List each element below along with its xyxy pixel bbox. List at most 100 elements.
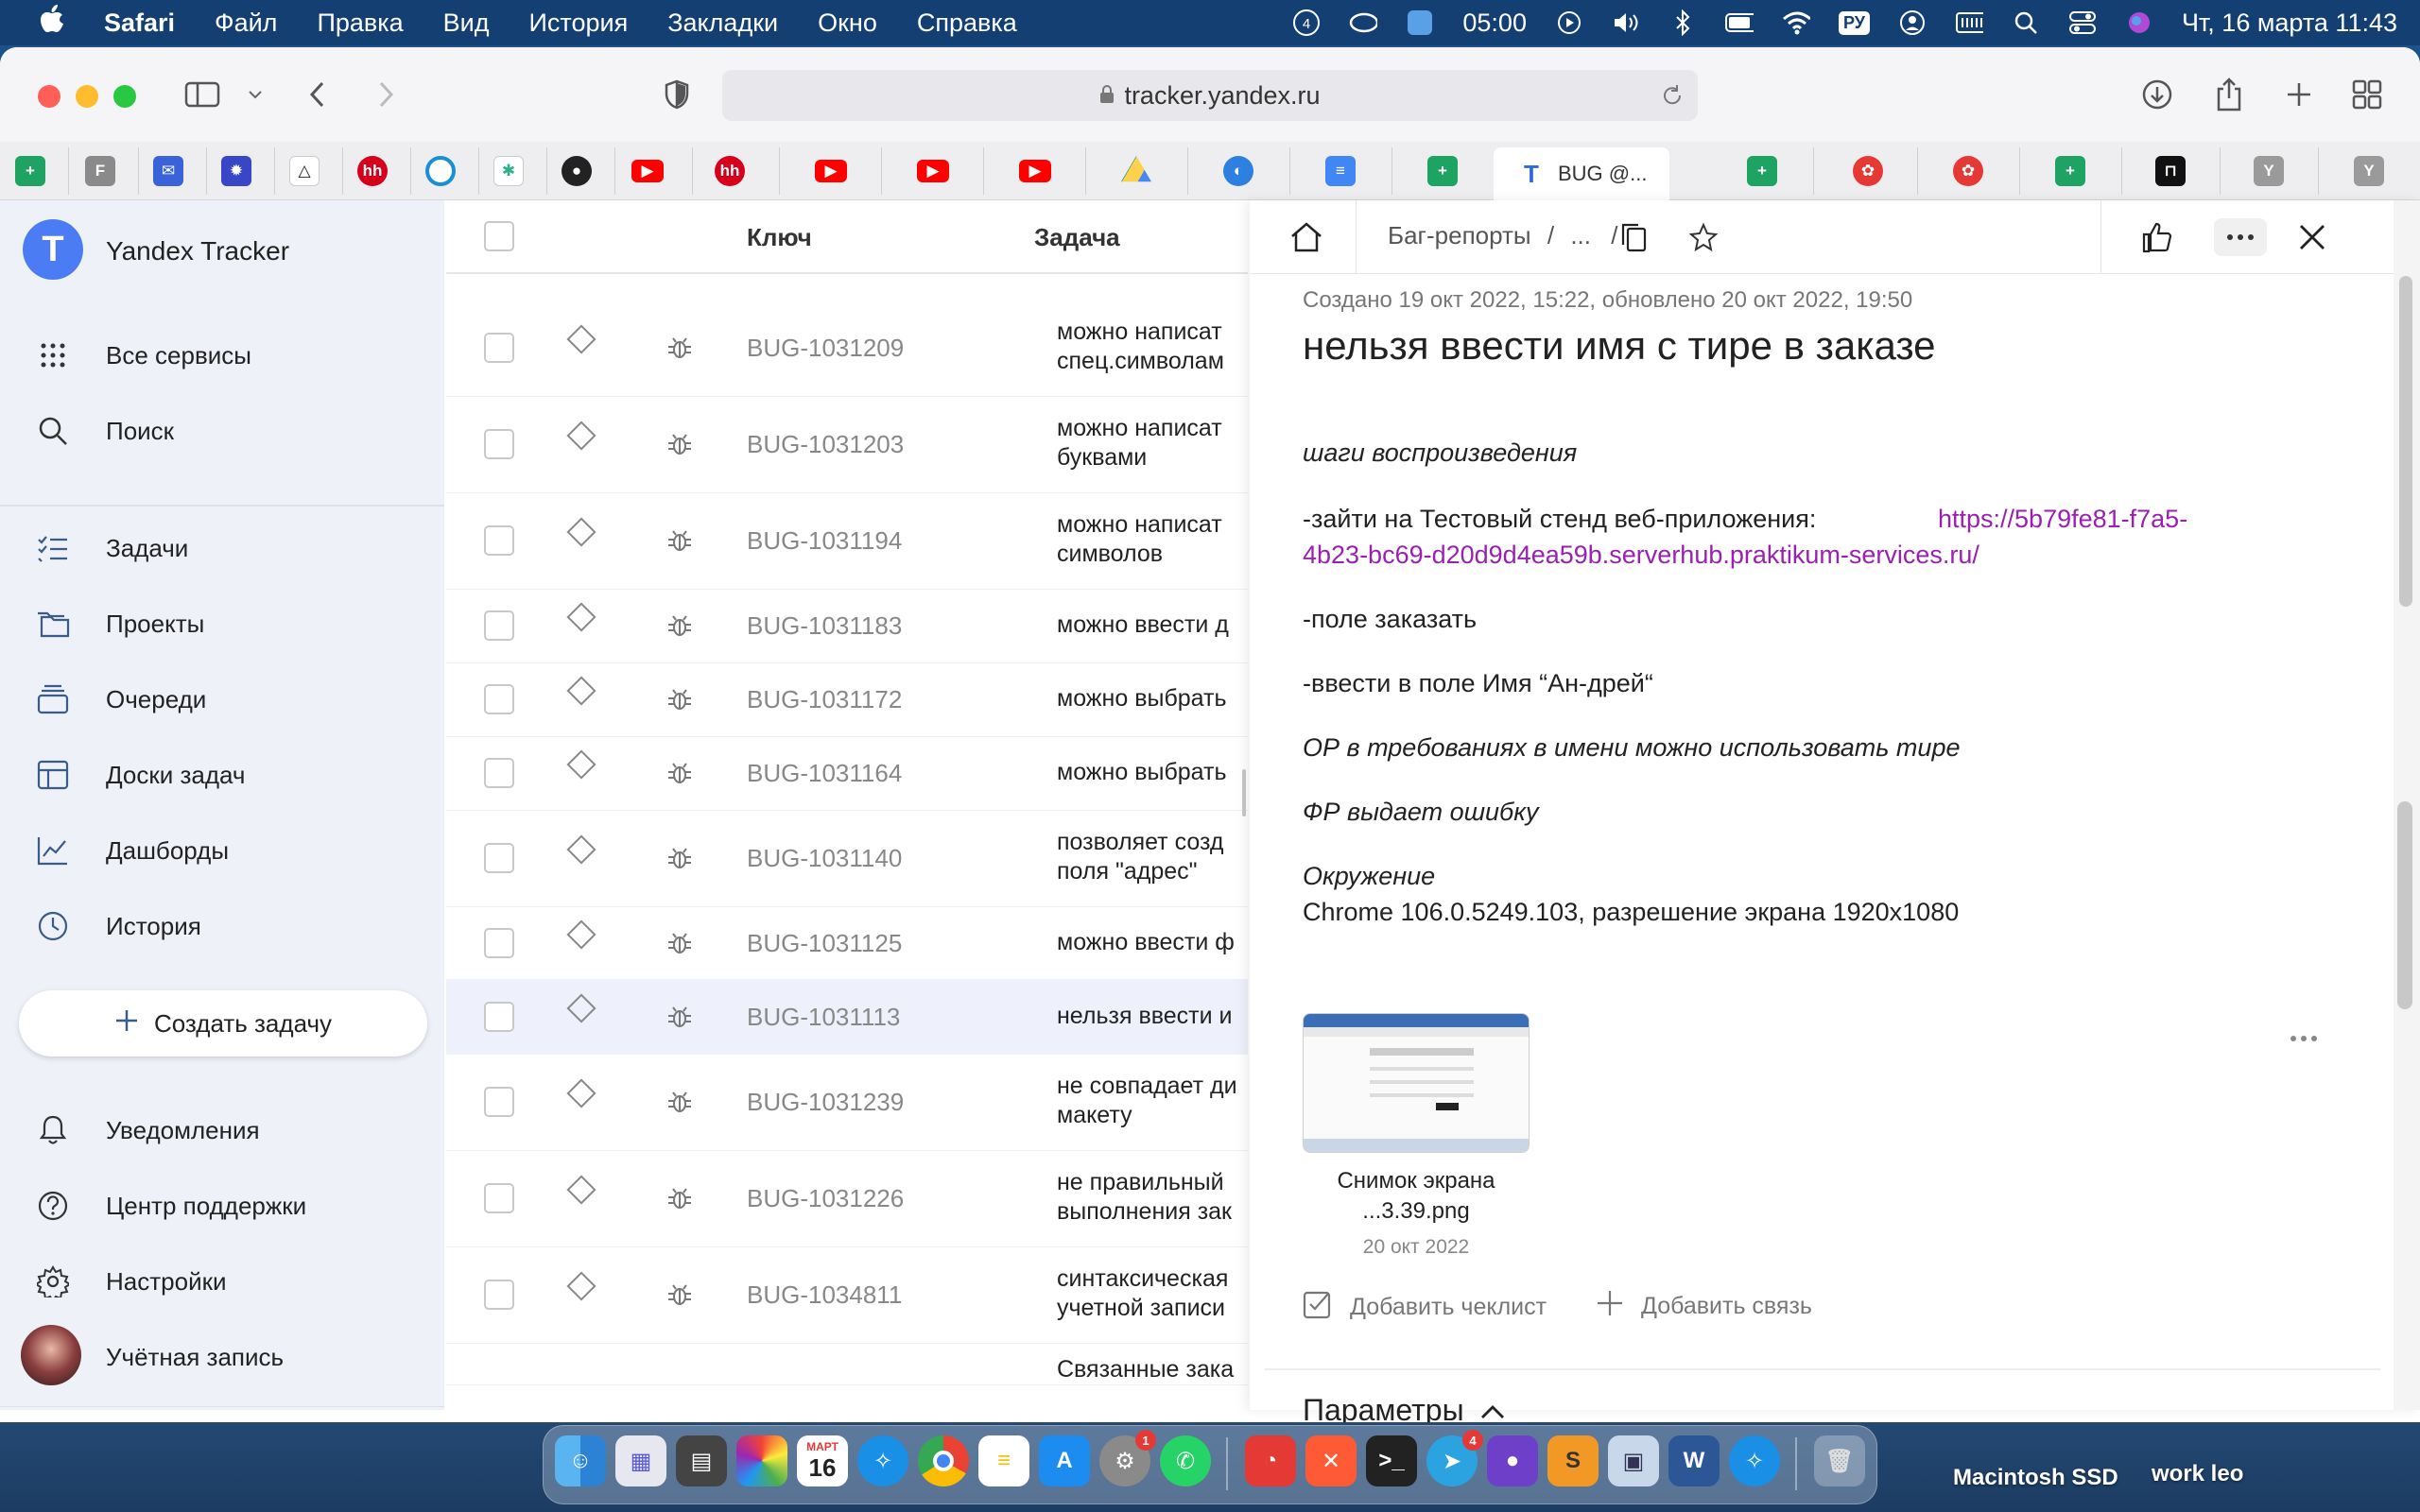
issue-summary[interactable]: не совпадает ди макету — [1057, 1072, 1246, 1130]
tab-youtube-4[interactable]: ▶ — [1019, 151, 1051, 191]
word-icon[interactable]: W — [1668, 1435, 1720, 1486]
privacy-shield-icon[interactable] — [658, 76, 696, 113]
issue-key[interactable]: BUG-1034811 — [747, 1280, 902, 1310]
user-icon[interactable] — [1898, 9, 1927, 37]
stand-link-part2[interactable]: 4b23-bc69-d20d9d4ea59b.serverhub.praktik… — [1303, 541, 1979, 570]
copy-icon[interactable] — [1615, 218, 1652, 256]
tab-hh-2[interactable]: hh — [715, 151, 745, 191]
attachment-thumbnail[interactable] — [1303, 1013, 1530, 1153]
issue-summary[interactable]: позволяет созд поля "адрес" — [1057, 828, 1246, 886]
sidebar-item-settings[interactable]: Настройки — [0, 1253, 444, 1310]
row-checkbox[interactable] — [484, 525, 514, 556]
terminal-icon[interactable]: >_ — [1366, 1435, 1417, 1486]
issue-summary[interactable]: нельзя ввести и — [1057, 1002, 1246, 1031]
tab-dark[interactable]: ⊓ — [2155, 151, 2186, 191]
menu-window[interactable]: Окно — [818, 9, 877, 38]
sidebar-item-notifications[interactable]: Уведомления — [0, 1102, 444, 1159]
table-row[interactable]: BUG-1031209 можно написат спец.символам — [446, 299, 1248, 397]
forward-button[interactable] — [367, 76, 405, 113]
calculator-icon[interactable]: ▤ — [676, 1435, 727, 1486]
table-row[interactable]: BUG-1031194 можно написат символов — [446, 491, 1248, 590]
more-actions-icon[interactable] — [2214, 218, 2267, 256]
tab-google-sheets-4[interactable]: + — [2055, 151, 2085, 191]
column-task[interactable]: Задача — [1034, 223, 1120, 252]
column-resize-handle[interactable] — [1242, 769, 1246, 816]
row-checkbox[interactable] — [484, 1183, 514, 1213]
row-checkbox[interactable] — [484, 429, 514, 459]
issue-summary[interactable]: можно ввести д — [1057, 610, 1246, 640]
sidebar-item-boards[interactable]: Доски задач — [0, 747, 444, 803]
attachment-more-icon[interactable] — [2290, 1030, 2318, 1047]
apple-icon[interactable] — [0, 5, 104, 41]
sidebar-item-queues[interactable]: Очереди — [0, 671, 444, 728]
table-row[interactable]: BUG-1031183 можно ввести д — [446, 588, 1248, 663]
share-icon[interactable] — [2210, 76, 2248, 113]
notes-icon[interactable]: ≡ — [978, 1435, 1029, 1486]
table-row[interactable]: BUG-1031140 позволяет созд поля "адрес" — [446, 809, 1248, 907]
table-row[interactable]: BUG-1031226 не правильный выполнения зак — [446, 1149, 1248, 1247]
stand-link-part1[interactable]: https://5b79fe81-f7a5- — [1938, 505, 2187, 534]
select-all-checkbox[interactable] — [484, 221, 514, 251]
sidebar-item-projects[interactable]: Проекты — [0, 595, 444, 652]
tab-google-sheets-2[interactable]: + — [1427, 151, 1458, 191]
issue-key[interactable]: BUG-1031183 — [747, 611, 902, 641]
row-checkbox[interactable] — [484, 684, 514, 714]
issue-summary[interactable]: можно написат спец.символам — [1057, 318, 1246, 376]
tab-red-1[interactable]: ✿ — [1853, 151, 1883, 191]
tab-github[interactable]: ● — [562, 151, 592, 191]
system-settings-icon[interactable]: ⚙ 1 — [1099, 1430, 1156, 1486]
timer-icon[interactable] — [1406, 9, 1434, 37]
close-window-button[interactable] — [38, 85, 60, 108]
breadcrumb-more[interactable]: ... — [1570, 221, 1591, 249]
issue-key[interactable]: BUG-1031194 — [747, 526, 902, 556]
attachment-name[interactable]: Снимок экрана ...3.39.png — [1303, 1166, 1530, 1227]
chevron-down-icon[interactable] — [236, 76, 274, 113]
chrome-icon[interactable] — [918, 1435, 969, 1486]
row-checkbox[interactable] — [484, 610, 514, 641]
tab-google-drive[interactable] — [1121, 151, 1151, 191]
add-link-button[interactable]: Добавить связь — [1596, 1289, 1812, 1324]
issue-summary[interactable]: можно выбрать — [1057, 684, 1246, 713]
app-name[interactable]: Yandex Tracker — [106, 236, 289, 266]
desktop-disk-label[interactable]: Macintosh SSD — [1953, 1465, 2118, 1491]
issue-key[interactable]: BUG-1031239 — [747, 1088, 904, 1117]
tab-bug[interactable]: ✱ — [493, 151, 524, 191]
sidebar-item-search[interactable]: Поиск — [0, 403, 444, 459]
menu-bookmarks[interactable]: Закладки — [667, 9, 778, 38]
tab-overview-icon[interactable] — [2348, 76, 2386, 113]
launchpad-icon[interactable]: ▦ — [615, 1435, 666, 1486]
issue-summary[interactable]: можно выбрать — [1057, 758, 1246, 787]
url-text[interactable]: tracker.yandex.ru — [1124, 81, 1320, 111]
menu-app-name[interactable]: Safari — [104, 9, 175, 38]
row-checkbox[interactable] — [484, 843, 514, 873]
whatsapp-icon[interactable]: ✆ — [1160, 1435, 1211, 1486]
minimize-window-button[interactable] — [76, 85, 98, 108]
tab-planet[interactable]: ◐ — [1223, 151, 1253, 191]
wifi-icon[interactable] — [1782, 9, 1810, 37]
keyboard-icon[interactable] — [1955, 9, 1983, 37]
tab-app[interactable]: ✹ — [221, 151, 251, 191]
tab-f[interactable]: F — [85, 151, 115, 191]
issue-title[interactable]: нельзя ввести имя с тире в заказе — [1303, 323, 1936, 369]
table-row[interactable]: BUG-1031125 можно ввести ф — [446, 905, 1248, 981]
tab-circle[interactable] — [425, 151, 456, 191]
app-store-icon[interactable]: A — [1039, 1435, 1090, 1486]
issue-summary[interactable]: можно ввести ф — [1057, 928, 1246, 957]
issue-summary[interactable]: можно написат буквами — [1057, 414, 1246, 472]
row-checkbox[interactable] — [484, 758, 514, 788]
row-checkbox[interactable] — [484, 1087, 514, 1117]
control-center-icon[interactable] — [2068, 9, 2097, 37]
table-row[interactable]: Связанные зака — [446, 1348, 1248, 1385]
row-checkbox[interactable] — [484, 333, 514, 363]
breadcrumb-queue[interactable]: Баг-репорты — [1388, 221, 1531, 249]
row-checkbox[interactable] — [484, 1280, 514, 1310]
issue-key[interactable]: BUG-1031172 — [747, 685, 902, 714]
menu-help[interactable]: Справка — [917, 9, 1017, 38]
tab-mail[interactable]: ✉ — [153, 151, 183, 191]
zoom-window-button[interactable] — [113, 85, 136, 108]
issue-key[interactable]: BUG-1031125 — [747, 929, 902, 958]
address-bar[interactable]: tracker.yandex.ru — [722, 70, 1698, 121]
search-icon[interactable] — [2012, 9, 2040, 37]
row-checkbox[interactable] — [484, 1002, 514, 1032]
star-icon[interactable] — [1685, 218, 1722, 256]
